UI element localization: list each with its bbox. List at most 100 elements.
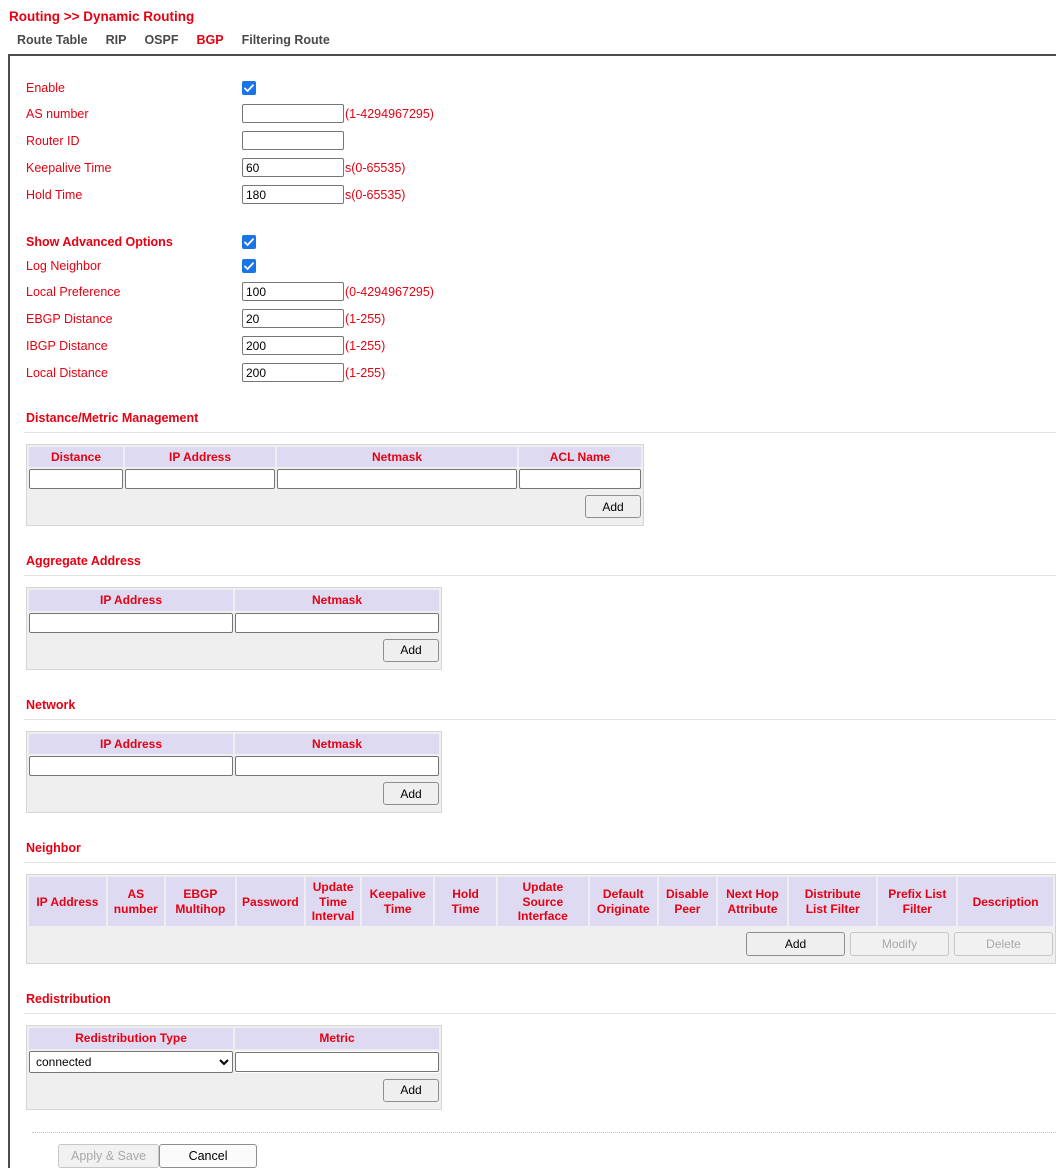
router-id-input[interactable] (242, 131, 344, 150)
table-input-row (29, 756, 439, 776)
col-disable-peer: Disable Peer (659, 877, 716, 926)
local-distance-input[interactable] (242, 363, 344, 382)
redistribution-add-button[interactable]: Add (383, 1079, 439, 1102)
neighbor-add-button[interactable]: Add (746, 932, 845, 956)
section-divider (24, 575, 1056, 576)
local-preference-hint: (0-4294967295) (345, 285, 434, 299)
tab-filtering-route[interactable]: Filtering Route (233, 28, 339, 54)
table-action-row: Add (29, 778, 439, 810)
col-netmask: Netmask (277, 447, 517, 467)
hold-time-row: Hold Time s(0-65535) (26, 181, 1056, 208)
table-action-row: Add Modify Delete (29, 928, 1053, 961)
router-id-label: Router ID (26, 134, 242, 148)
col-default-originate: Default Originate (590, 877, 657, 926)
network-ip-input[interactable] (29, 756, 233, 776)
check-icon (244, 238, 254, 247)
as-number-row: AS number (1-4294967295) (26, 100, 1056, 127)
redistribution-table: Redistribution Type Metric connected Add (26, 1025, 442, 1109)
log-neighbor-label: Log Neighbor (26, 259, 242, 273)
table-input-row: connected (29, 1051, 439, 1073)
as-number-hint: (1-4294967295) (345, 107, 434, 121)
table-input-row (29, 613, 439, 633)
table-action-row: Add (29, 1075, 439, 1107)
tab-ospf[interactable]: OSPF (135, 28, 187, 54)
hold-time-input[interactable] (242, 185, 344, 204)
ibgp-distance-label: IBGP Distance (26, 339, 242, 353)
redistribution-type-select[interactable]: connected (29, 1051, 233, 1073)
distance-input[interactable] (29, 469, 123, 489)
metric-input[interactable] (235, 1052, 439, 1072)
local-preference-label: Local Preference (26, 285, 242, 299)
hold-time-hint: s(0-65535) (345, 188, 405, 202)
section-divider (24, 1013, 1056, 1014)
check-icon (244, 262, 254, 271)
col-password: Password (237, 877, 304, 926)
table-header-row: IP Address AS number EBGP Multihop Passw… (29, 877, 1053, 926)
col-hold-time: Hold Time (435, 877, 496, 926)
neighbor-delete-button[interactable]: Delete (954, 932, 1053, 956)
ibgp-distance-hint: (1-255) (345, 339, 385, 353)
col-ip-address: IP Address (29, 734, 233, 754)
log-neighbor-row: Log Neighbor (26, 254, 1056, 278)
neighbor-title: Neighbor (26, 841, 1056, 855)
aggregate-netmask-input[interactable] (235, 613, 439, 633)
tab-bgp[interactable]: BGP (188, 28, 233, 54)
action-bar: Apply & SaveCancel (32, 1132, 1056, 1168)
aggregate-add-button[interactable]: Add (383, 639, 439, 662)
hold-time-label: Hold Time (26, 188, 242, 202)
local-distance-label: Local Distance (26, 366, 242, 380)
show-advanced-row: Show Advanced Options (26, 230, 1056, 254)
local-preference-input[interactable] (242, 282, 344, 301)
keepalive-time-input[interactable] (242, 158, 344, 177)
tab-rip[interactable]: RIP (97, 28, 136, 54)
tab-route-table[interactable]: Route Table (8, 28, 97, 54)
ebgp-distance-row: EBGP Distance (1-255) (26, 305, 1056, 332)
show-advanced-label: Show Advanced Options (26, 235, 242, 249)
acl-name-input[interactable] (519, 469, 641, 489)
cancel-button[interactable]: Cancel (159, 1144, 257, 1168)
table-action-row: Add (29, 635, 439, 667)
col-distance: Distance (29, 447, 123, 467)
col-prefix-list-filter: Prefix List Filter (878, 877, 956, 926)
aggregate-address-title: Aggregate Address (26, 554, 1056, 568)
table-action-row: Add (29, 491, 641, 523)
col-update-source-interface: Update Source Interface (498, 877, 588, 926)
col-update-time-interval: Update Time Interval (306, 877, 360, 926)
network-netmask-input[interactable] (235, 756, 439, 776)
table-header-row: IP Address Netmask (29, 590, 439, 610)
enable-checkbox[interactable] (242, 81, 256, 95)
neighbor-modify-button[interactable]: Modify (850, 932, 949, 956)
ebgp-distance-input[interactable] (242, 309, 344, 328)
as-number-label: AS number (26, 107, 242, 121)
network-title: Network (26, 698, 1056, 712)
distance-metric-table: Distance IP Address Netmask ACL Name Add (26, 444, 644, 526)
col-ip-address: IP Address (29, 877, 106, 926)
as-number-input[interactable] (242, 104, 344, 123)
keepalive-time-hint: s(0-65535) (345, 161, 405, 175)
show-advanced-checkbox[interactable] (242, 235, 256, 249)
table-header-row: Redistribution Type Metric (29, 1028, 439, 1048)
local-distance-hint: (1-255) (345, 366, 385, 380)
col-redistribution-type: Redistribution Type (29, 1028, 233, 1048)
ibgp-distance-input[interactable] (242, 336, 344, 355)
breadcrumb: Routing >> Dynamic Routing (0, 0, 1056, 28)
col-acl-name: ACL Name (519, 447, 641, 467)
ip-address-input[interactable] (125, 469, 275, 489)
spacer (26, 208, 1056, 230)
enable-row: Enable (26, 76, 1056, 100)
apply-save-button[interactable]: Apply & Save (58, 1144, 159, 1168)
netmask-input[interactable] (277, 469, 517, 489)
ebgp-distance-hint: (1-255) (345, 312, 385, 326)
col-netmask: Netmask (235, 590, 439, 610)
keepalive-time-row: Keepalive Time s(0-65535) (26, 154, 1056, 181)
network-add-button[interactable]: Add (383, 782, 439, 805)
enable-label: Enable (26, 81, 242, 95)
keepalive-time-label: Keepalive Time (26, 161, 242, 175)
col-ip-address: IP Address (125, 447, 275, 467)
col-as-number: AS number (108, 877, 164, 926)
log-neighbor-checkbox[interactable] (242, 259, 256, 273)
distance-metric-add-button[interactable]: Add (585, 495, 641, 518)
aggregate-ip-input[interactable] (29, 613, 233, 633)
col-ebgp-multihop: EBGP Multihop (166, 877, 235, 926)
section-divider (24, 862, 1056, 863)
